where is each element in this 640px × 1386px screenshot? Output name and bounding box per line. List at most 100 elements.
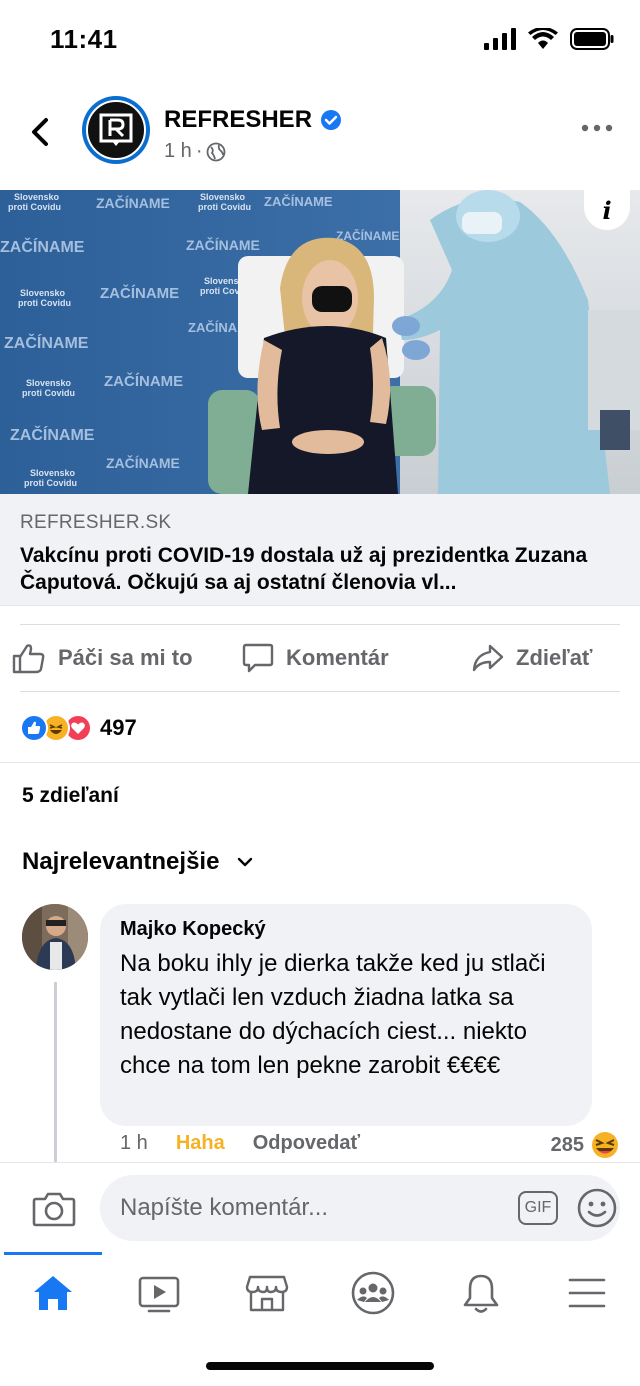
- svg-text:ZAČÍNAME: ZAČÍNAME: [104, 372, 183, 390]
- info-icon: i: [602, 195, 612, 225]
- svg-text:proti Covidu: proti Covidu: [198, 202, 251, 212]
- signal-icon: [484, 28, 516, 50]
- page-name-text[interactable]: REFRESHER: [164, 106, 312, 134]
- comment-reply-button[interactable]: Odpovedať: [253, 1132, 360, 1155]
- share-label[interactable]: Zdieľať: [516, 645, 592, 671]
- home-icon: [34, 1276, 72, 1310]
- comment-reaction-count: 285: [550, 1133, 584, 1156]
- comment-time[interactable]: 1 h: [120, 1132, 148, 1155]
- svg-text:proti Covidu: proti Covidu: [24, 478, 77, 488]
- svg-text:Slovensko: Slovensko: [200, 192, 246, 202]
- gif-icon: GIF: [524, 1199, 552, 1216]
- comment-bubble-icon: [242, 643, 274, 673]
- haha-reaction-icon: [592, 1132, 618, 1158]
- share-button[interactable]: Zdieľať: [472, 638, 592, 678]
- post-time[interactable]: 1 h: [164, 140, 192, 163]
- svg-text:ZAČÍNAME: ZAČÍNAME: [186, 236, 260, 253]
- svg-text:Slovensko: Slovensko: [20, 288, 66, 298]
- thumbs-up-icon: [12, 644, 45, 674]
- status-bar: 11:41: [0, 0, 640, 80]
- wifi-icon: [528, 28, 558, 49]
- post-meta: 1 h ·: [164, 140, 226, 163]
- chevron-down-icon: [238, 857, 253, 867]
- comment-composer: Napíšte komentár... GIF: [0, 1162, 640, 1252]
- refresher-logo-icon: [86, 100, 146, 160]
- more-options-button[interactable]: [580, 118, 614, 138]
- comment-bubble[interactable]: Majko Kopecký Na boku ihly je dierka tak…: [100, 904, 592, 1126]
- status-icons: [484, 28, 614, 50]
- svg-text:ZAČÍNAME: ZAČÍNAME: [336, 228, 399, 243]
- battery-icon: [570, 28, 614, 50]
- comment-thread-line: [54, 982, 57, 1162]
- back-arrow-icon: [32, 118, 48, 146]
- home-indicator[interactable]: [206, 1362, 434, 1370]
- active-tab-indicator: [4, 1252, 102, 1255]
- tab-marketplace[interactable]: [242, 1270, 292, 1316]
- emoji-button[interactable]: [576, 1187, 618, 1229]
- comment-label[interactable]: Komentár: [286, 645, 389, 671]
- back-button[interactable]: [24, 112, 58, 152]
- svg-text:ZAČÍNAME: ZAČÍNAME: [0, 237, 85, 256]
- marketplace-icon: [245, 1275, 289, 1312]
- post-header: REFRESHER 1 h ·: [0, 88, 640, 178]
- comment-reaction-action[interactable]: Haha: [176, 1132, 225, 1155]
- verified-badge-icon: [321, 110, 342, 130]
- divider: [20, 691, 620, 692]
- svg-text:ZAČÍNAME: ZAČÍNAME: [10, 425, 95, 444]
- svg-text:proti Covidu: proti Covidu: [18, 298, 71, 308]
- menu-icon: [568, 1278, 606, 1308]
- status-time: 11:41: [50, 24, 118, 54]
- sort-label[interactable]: Najrelevantnejšie: [22, 848, 219, 876]
- comment-reactions[interactable]: 285: [551, 1130, 620, 1160]
- comment-author[interactable]: Majko Kopecký: [120, 918, 572, 941]
- reaction-count: 497: [100, 715, 137, 740]
- vaccination-photo: ZAČÍNAME ZAČÍNAME ZAČÍNAME ZAČÍNAME ZAČÍ…: [0, 190, 640, 494]
- svg-text:proti Covidu: proti Covidu: [22, 388, 75, 398]
- avatar-photo: [22, 904, 88, 970]
- globe-icon: [207, 142, 226, 161]
- svg-text:proti Covidu: proti Covidu: [8, 202, 61, 212]
- smiley-icon: [577, 1188, 617, 1228]
- gif-button[interactable]: GIF: [518, 1191, 558, 1225]
- video-icon: [138, 1276, 180, 1313]
- like-button[interactable]: Páči sa mi to: [12, 638, 193, 678]
- svg-text:ZAČÍNAME: ZAČÍNAME: [100, 284, 179, 302]
- comment-author-avatar[interactable]: [22, 904, 88, 970]
- page-name[interactable]: REFRESHER: [164, 106, 342, 134]
- svg-text:ZAČÍNAME: ZAČÍNAME: [96, 194, 170, 211]
- tab-groups[interactable]: [348, 1270, 398, 1316]
- tab-home[interactable]: [28, 1270, 78, 1316]
- like-reaction-icon: [20, 714, 48, 742]
- groups-icon: [351, 1271, 395, 1315]
- comment-sort-dropdown[interactable]: Najrelevantnejšie: [22, 848, 253, 876]
- link-preview-image[interactable]: ZAČÍNAME ZAČÍNAME ZAČÍNAME ZAČÍNAME ZAČÍ…: [0, 190, 640, 494]
- tab-notifications[interactable]: [456, 1270, 506, 1316]
- svg-text:Slovensko: Slovensko: [14, 192, 60, 202]
- tab-menu[interactable]: [562, 1270, 612, 1316]
- camera-icon: [32, 1192, 76, 1227]
- shares-count[interactable]: 5 zdieľaní: [22, 784, 119, 808]
- camera-button[interactable]: [32, 1189, 76, 1229]
- more-dots-icon: [581, 124, 613, 132]
- page-avatar[interactable]: [82, 96, 150, 164]
- comment-meta: 1 h Haha Odpovedať: [120, 1132, 360, 1155]
- comment-text: Na boku ihly je dierka takže ked ju stla…: [120, 950, 546, 1079]
- comment-input-placeholder: Napíšte komentár...: [120, 1194, 329, 1221]
- link-preview[interactable]: REFRESHER.SK Vakcínu proti COVID-19 dost…: [0, 494, 640, 606]
- link-domain: REFRESHER.SK: [20, 512, 172, 533]
- svg-text:ZAČÍNAME: ZAČÍNAME: [264, 194, 333, 209]
- bottom-tab-bar: [0, 1252, 640, 1332]
- reactions-summary[interactable]: 497: [20, 708, 137, 748]
- post-action-bar: Páči sa mi to Komentár Zdieľať: [0, 624, 640, 692]
- link-title: Vakcínu proti COVID-19 dostala už aj pre…: [20, 542, 620, 596]
- meta-separator: ·: [195, 140, 203, 162]
- share-arrow-icon: [472, 644, 504, 672]
- svg-text:Slovensko: Slovensko: [30, 468, 76, 478]
- link-title-text: Vakcínu proti COVID-19 dostala už aj pre…: [20, 544, 588, 594]
- svg-text:ZAČÍNAME: ZAČÍNAME: [106, 454, 180, 471]
- svg-text:Slovensko: Slovensko: [26, 378, 72, 388]
- tab-video[interactable]: [134, 1270, 184, 1316]
- like-label[interactable]: Páči sa mi to: [58, 645, 193, 671]
- comment-button[interactable]: Komentár: [242, 638, 389, 678]
- divider: [20, 624, 620, 625]
